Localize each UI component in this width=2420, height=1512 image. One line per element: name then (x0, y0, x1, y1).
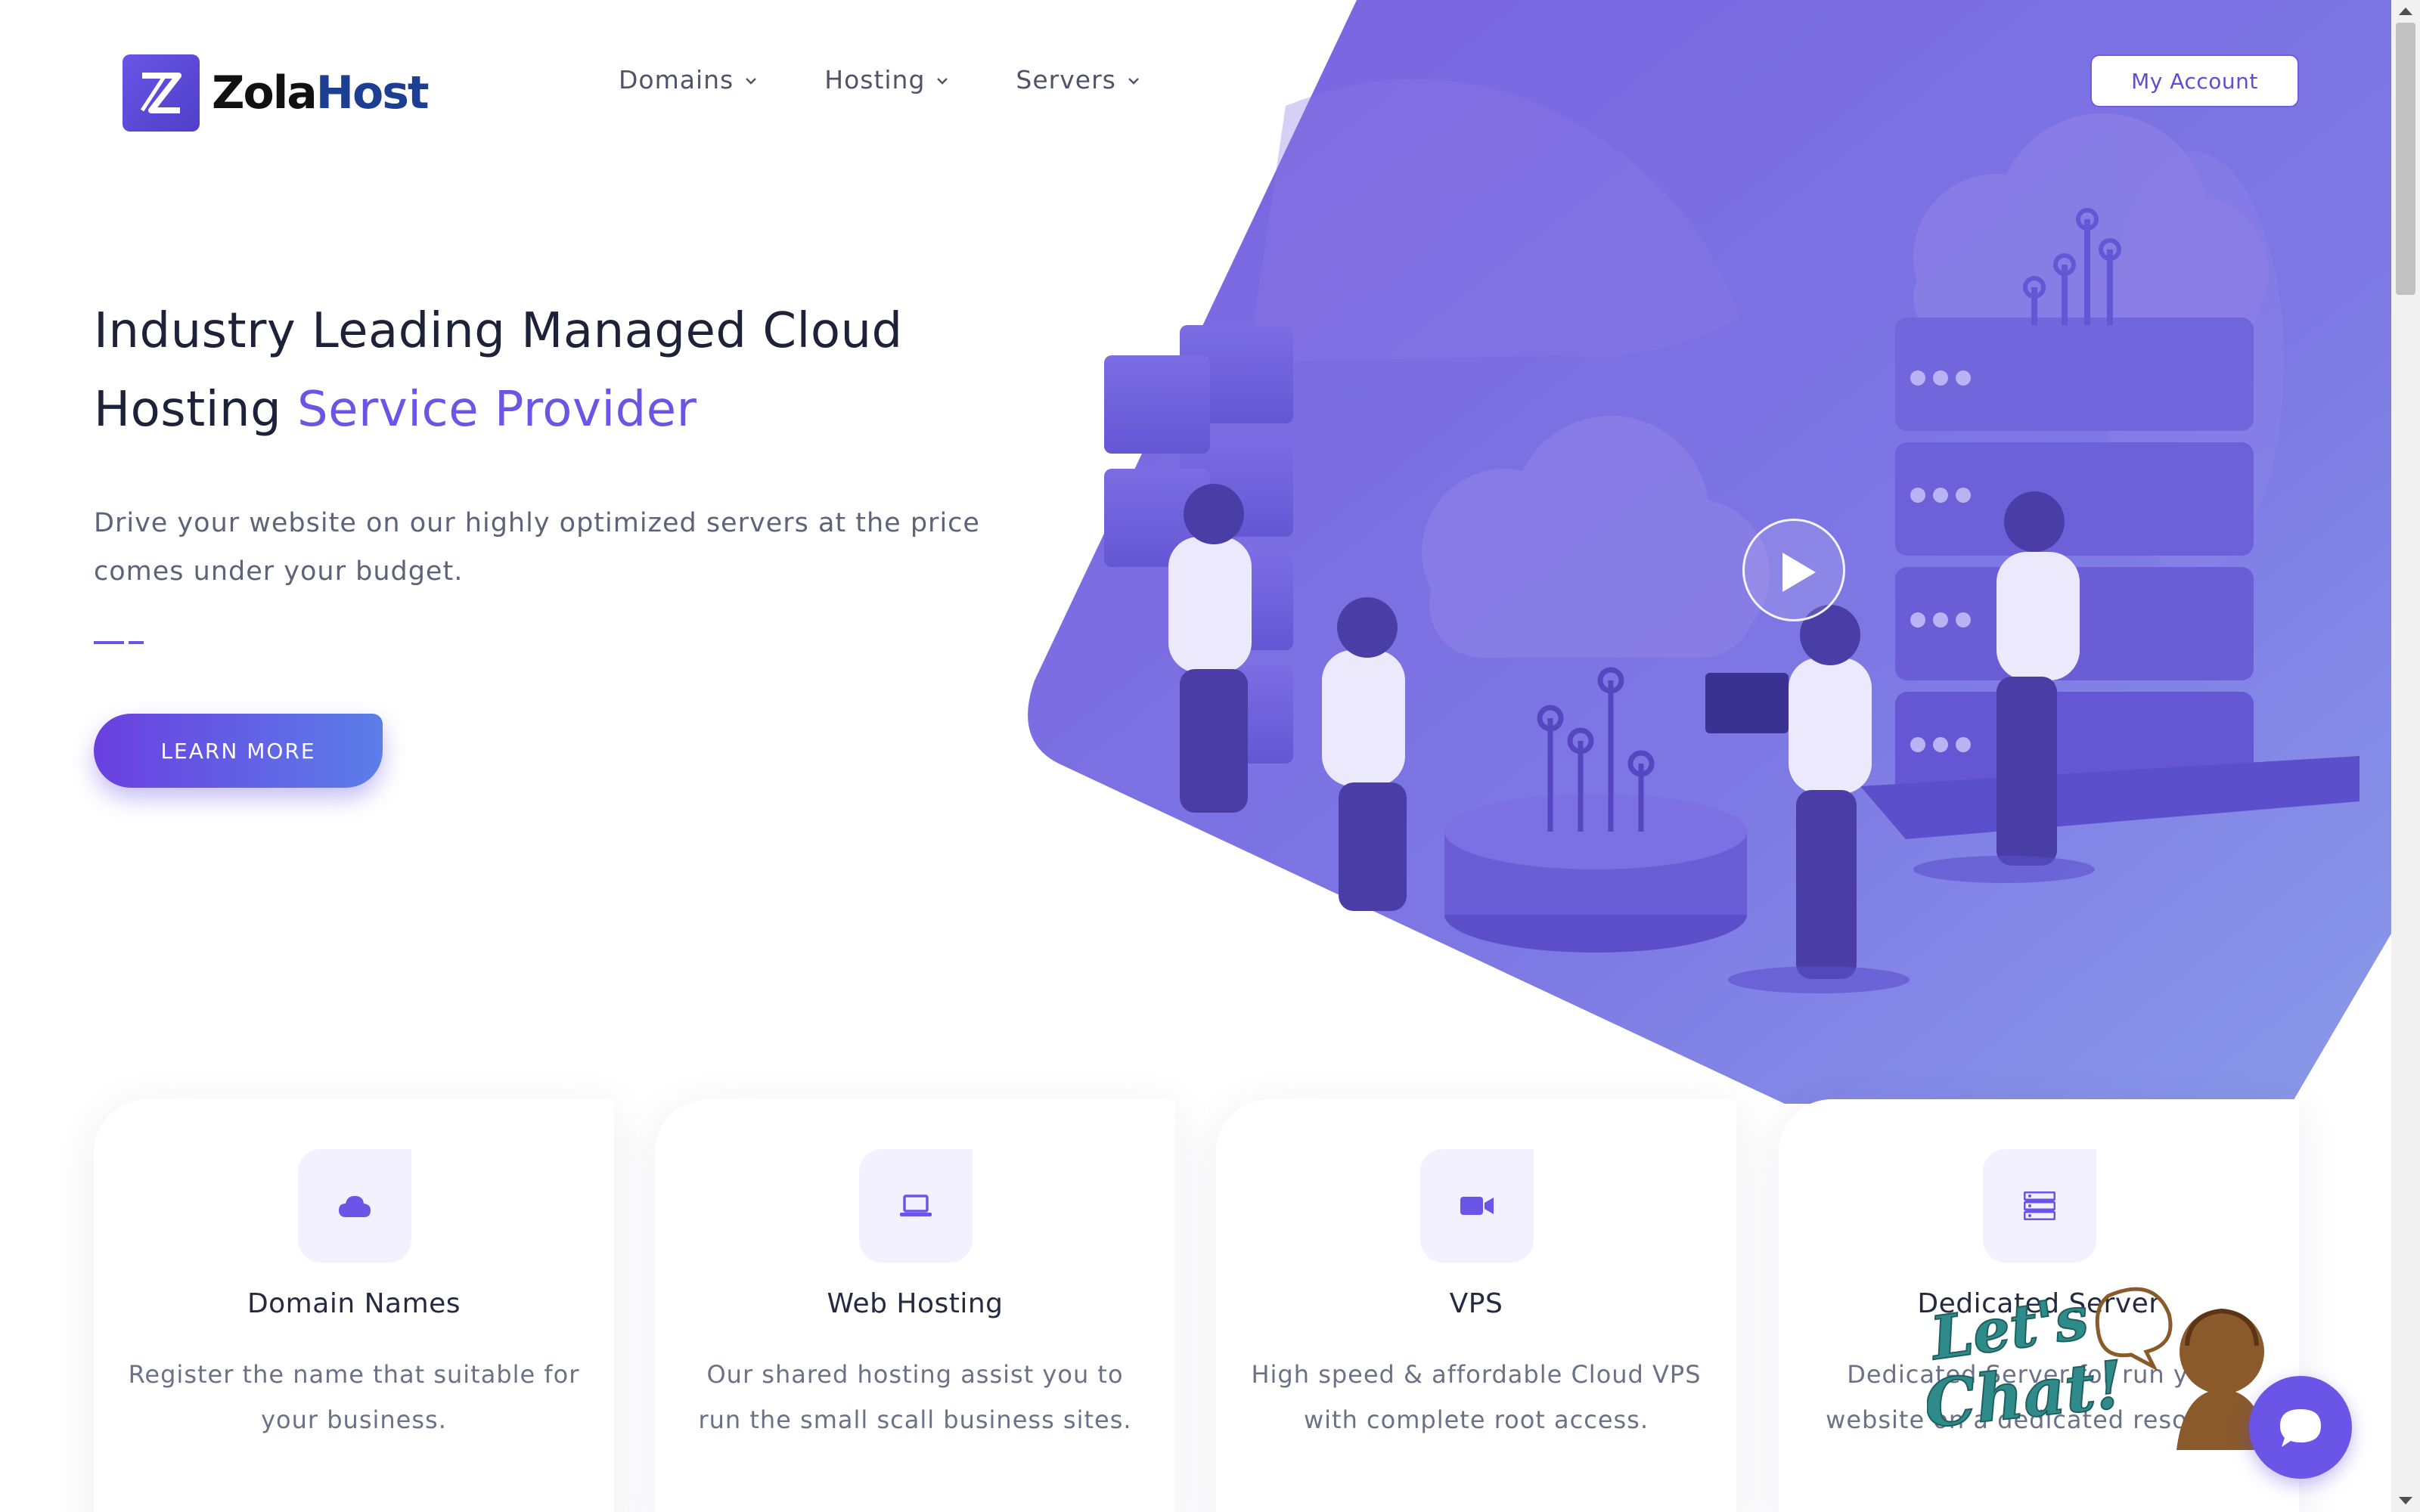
scroll-down-arrow-icon[interactable] (2399, 1497, 2412, 1504)
service-title: Web Hosting (827, 1288, 1004, 1319)
hero-title: Industry Leading Managed Cloud Hosting S… (94, 303, 903, 438)
nav-servers[interactable]: Servers (1016, 60, 1140, 98)
divider-decoration (94, 641, 144, 644)
main-nav: Domains Hosting Servers (619, 60, 1207, 98)
service-description: High speed & affordable Cloud VPS with c… (1251, 1360, 1702, 1434)
lets-chat-illustration: Let's Chat! (1927, 1283, 2269, 1450)
service-description: Our shared hosting assist you to run the… (698, 1360, 1132, 1434)
service-card-domain-names[interactable]: Domain Names Register the name that suit… (94, 1099, 614, 1512)
play-icon (1782, 553, 1816, 592)
chevron-down-icon (937, 78, 948, 85)
my-account-button[interactable]: My Account (2090, 54, 2299, 107)
service-card-web-hosting[interactable]: Web Hosting Our shared hosting assist yo… (655, 1099, 1175, 1512)
nav-domains[interactable]: Domains (619, 60, 758, 98)
nav-label: Domains (619, 64, 734, 94)
service-card-vps[interactable]: VPS High speed & affordable Cloud VPS wi… (1216, 1099, 1736, 1512)
nav-label: Servers (1016, 64, 1116, 94)
page-scrollbar[interactable] (2391, 0, 2420, 1512)
play-video-button[interactable] (1742, 519, 1845, 621)
cloud-icon (298, 1149, 411, 1263)
video-camera-icon (1420, 1149, 1534, 1263)
nav-hosting[interactable]: Hosting (824, 60, 949, 98)
scroll-up-arrow-icon[interactable] (2399, 8, 2412, 15)
service-description: Register the name that suitable for your… (128, 1360, 580, 1434)
laptop-icon (859, 1149, 973, 1263)
hero-subtitle: Drive your website on our highly optimiz… (94, 508, 980, 587)
brand-name: ZolaHost (212, 67, 430, 119)
scrollbar-thumb[interactable] (2396, 23, 2415, 295)
nav-label: Hosting (824, 64, 926, 94)
brand-logo[interactable]: ZolaHost (123, 54, 430, 132)
logo-mark-icon (123, 54, 200, 132)
service-title: VPS (1449, 1288, 1503, 1319)
server-icon (1983, 1149, 2096, 1263)
chat-bubble-icon (2280, 1409, 2321, 1447)
service-title: Domain Names (247, 1288, 461, 1319)
learn-more-button[interactable]: LEARN MORE (94, 714, 383, 788)
chevron-down-icon (1128, 78, 1139, 85)
chevron-down-icon (746, 78, 757, 85)
hero-title-accent: Service Provider (297, 382, 697, 438)
open-chat-button[interactable] (2249, 1376, 2352, 1479)
